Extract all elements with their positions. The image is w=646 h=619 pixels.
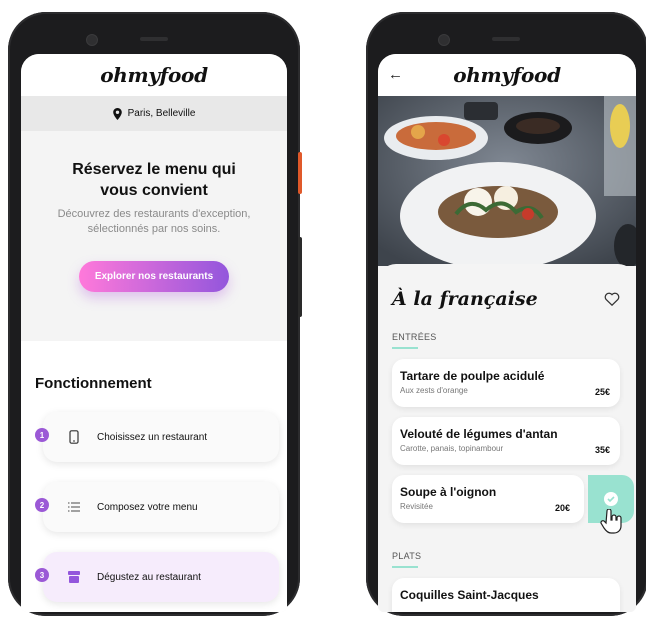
- dish-price: 25€: [594, 387, 610, 397]
- hand-cursor-icon: [600, 509, 622, 534]
- hero-section: Réservez le menu qui vous convient Décou…: [21, 131, 287, 341]
- menu-card: À la française ENTRÉES Tartare de poulpe…: [378, 264, 636, 612]
- dish-card[interactable]: Velouté de légumes d'antan Carotte, pana…: [392, 417, 620, 465]
- heart-icon[interactable]: [604, 292, 620, 306]
- dish-description: Revisitée: [400, 502, 433, 511]
- hero-title-line1: Réservez le menu qui: [72, 161, 236, 178]
- restaurant-photo: [378, 96, 636, 266]
- hero-title-line2: vous convient: [100, 182, 208, 199]
- camera-icon: [86, 34, 98, 46]
- app-header: ← ohmyfood: [378, 54, 636, 96]
- phone-right: ← ohmyfood À la française ENTRÉES Tartar…: [366, 12, 646, 616]
- dish-name: Tartare de poulpe acidulé: [400, 369, 545, 383]
- dish-description: Carotte, panais, topinambour: [400, 444, 504, 453]
- dish-card[interactable]: Tartare de poulpe acidulé Aux zests d'or…: [392, 359, 620, 407]
- dish-card[interactable]: Coquilles Saint-Jacques: [392, 578, 620, 612]
- section-label-entrees: ENTRÉES: [392, 332, 437, 342]
- step-number: 1: [35, 428, 49, 442]
- hero-title: Réservez le menu qui vous convient: [21, 159, 287, 201]
- step-card-enjoy[interactable]: Dégustez au restaurant: [43, 552, 279, 602]
- store-icon: [67, 570, 81, 584]
- step-label: Composez votre menu: [97, 501, 198, 513]
- restaurant-screen: ← ohmyfood À la française ENTRÉES Tartar…: [378, 54, 636, 612]
- restaurant-title: À la française: [392, 288, 538, 310]
- check-icon: [604, 492, 618, 506]
- location-label: Paris, Belleville: [127, 108, 196, 119]
- step-label: Dégustez au restaurant: [97, 571, 201, 583]
- step-item: Dégustez au restaurant 3: [35, 552, 287, 604]
- home-screen: ohmyfood Paris, Belleville Réservez le m…: [21, 54, 287, 612]
- hero-subtitle-line1: Découvrez des restaurants d'exception,: [57, 208, 251, 220]
- speaker-grille: [492, 37, 520, 41]
- app-header: ohmyfood: [21, 54, 287, 96]
- restaurant-title-row: À la française: [392, 288, 636, 310]
- dish-name: Coquilles Saint-Jacques: [400, 588, 539, 602]
- dish-name: Soupe à l'oignon: [400, 485, 497, 499]
- section-underline: [392, 566, 418, 568]
- step-number: 2: [35, 498, 49, 512]
- power-button: [298, 152, 302, 194]
- hero-subtitle: Découvrez des restaurants d'exception, s…: [21, 207, 287, 237]
- how-it-works-section: Fonctionnement Choisissez un restaurant …: [21, 341, 287, 612]
- volume-button: [298, 237, 302, 317]
- speaker-grille: [140, 37, 168, 41]
- dish-card-selected[interactable]: Soupe à l'oignon Revisitée 20€: [392, 475, 634, 534]
- how-it-works-title: Fonctionnement: [35, 375, 152, 392]
- step-item: Choisissez un restaurant 1: [35, 412, 287, 464]
- brand-logo[interactable]: ohmyfood: [100, 63, 208, 87]
- camera-icon: [438, 34, 450, 46]
- section-underline: [392, 347, 418, 349]
- brand-logo[interactable]: ohmyfood: [378, 63, 636, 87]
- explore-restaurants-button[interactable]: Explorer nos restaurants: [78, 261, 230, 292]
- location-pin-icon: [112, 107, 122, 120]
- step-number: 3: [35, 568, 49, 582]
- step-card-choose[interactable]: Choisissez un restaurant: [43, 412, 279, 462]
- list-icon: [67, 500, 81, 514]
- hero-subtitle-line2: sélectionnés par nos soins.: [87, 223, 221, 235]
- dish-name: Velouté de légumes d'antan: [400, 427, 558, 441]
- food-photo-image: [378, 96, 636, 266]
- dish-price: 20€: [554, 503, 570, 513]
- step-label: Choisissez un restaurant: [97, 431, 208, 443]
- dish-price: 35€: [594, 445, 610, 455]
- section-label-plats: PLATS: [392, 551, 422, 561]
- phone-icon: [67, 430, 81, 444]
- location-bar[interactable]: Paris, Belleville: [21, 96, 287, 131]
- step-item: Composez votre menu 2: [35, 482, 287, 534]
- phone-left: ohmyfood Paris, Belleville Réservez le m…: [8, 12, 302, 616]
- dish-description: Aux zests d'orange: [400, 386, 468, 395]
- step-card-compose[interactable]: Composez votre menu: [43, 482, 279, 532]
